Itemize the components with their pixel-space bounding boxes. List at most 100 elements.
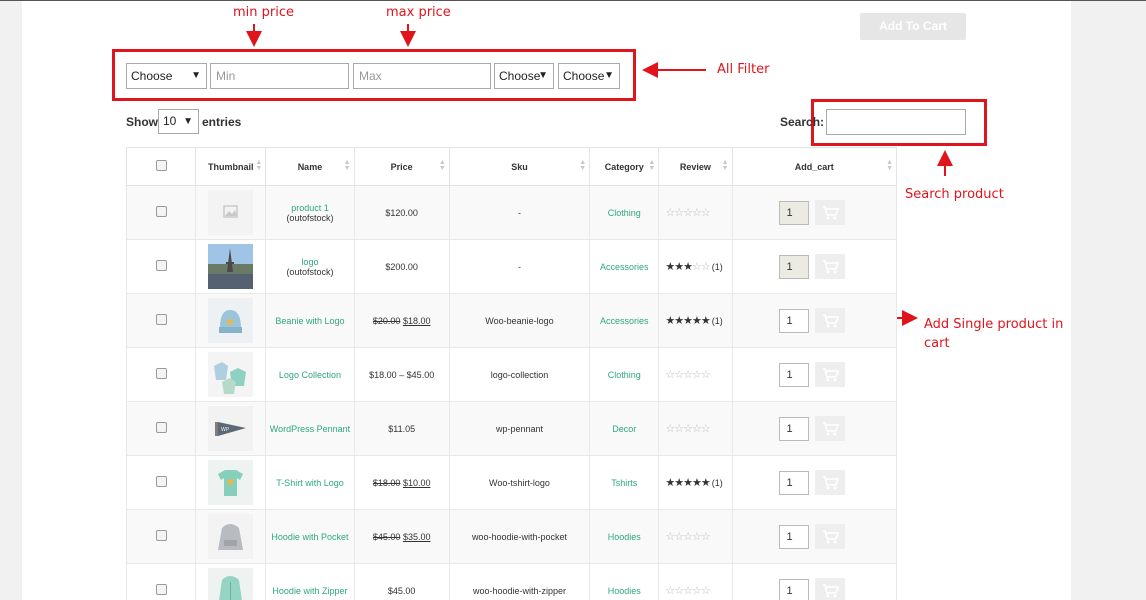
select-cell [125, 347, 197, 402]
product-thumbnail[interactable] [208, 190, 254, 235]
header-add-cart[interactable]: Add_cart ▲ ▼ [731, 147, 898, 186]
thumbnail-cell [195, 563, 267, 600]
row-checkbox[interactable] [155, 260, 167, 271]
sort-icon: ▲ ▼ [343, 159, 351, 172]
name-cell: Logo Collection [265, 347, 355, 402]
category-link[interactable]: Hoodies [608, 586, 641, 596]
row-checkbox[interactable] [155, 422, 167, 433]
price-cell: $20.00 $18.00 [353, 293, 450, 348]
sort-icon: ▲ ▼ [886, 159, 893, 172]
header-sku[interactable]: Sku ▲ ▼ [448, 147, 591, 186]
category-link[interactable]: Tshirts [611, 478, 637, 488]
product-name-link[interactable]: Hoodie with Zipper [272, 586, 347, 596]
quantity-input[interactable]: 1 [778, 578, 809, 600]
sort-icon: ▲ ▼ [721, 159, 729, 172]
quantity-input[interactable]: 1 [778, 200, 809, 225]
add-to-cart-row-button[interactable] [814, 416, 845, 441]
chevron-down-icon: ▼ [604, 70, 614, 81]
filter-select-2[interactable]: Choose ▼ [494, 63, 554, 89]
review-cell: ☆☆☆☆☆ [658, 509, 733, 564]
add-to-cart-row-button[interactable] [814, 308, 845, 333]
product-thumbnail[interactable] [208, 460, 254, 505]
select-all-header[interactable] [125, 147, 197, 186]
category-cell: Clothing [589, 347, 660, 402]
star-rating: ★★★☆☆ [665, 261, 710, 273]
product-thumbnail[interactable] [208, 352, 254, 397]
quantity-input[interactable]: 1 [778, 362, 809, 387]
row-checkbox[interactable] [155, 368, 167, 379]
category-link[interactable]: Accessories [600, 262, 649, 272]
header-name[interactable]: Name ▲ ▼ [265, 147, 355, 186]
product-thumbnail[interactable] [208, 244, 254, 289]
filter-select-3[interactable]: Choose ▼ [558, 63, 620, 89]
sale-price: $18.00 [402, 315, 431, 326]
header-price[interactable]: Price ▲ ▼ [353, 147, 450, 186]
product-name-link[interactable]: Beanie with Logo [275, 316, 344, 326]
row-checkbox[interactable] [155, 584, 167, 595]
category-cell: Tshirts [589, 455, 660, 510]
star-rating: ★★★★★ [665, 477, 710, 489]
quantity-input[interactable]: 1 [778, 308, 809, 333]
product-thumbnail[interactable] [208, 514, 254, 559]
row-checkbox[interactable] [155, 206, 167, 217]
add-to-cart-row-button[interactable] [814, 524, 845, 549]
product-thumbnail[interactable] [208, 568, 254, 600]
add-to-cart-row-button[interactable] [814, 362, 845, 387]
star-rating: ★★★★★ [665, 315, 710, 327]
header-category[interactable]: Category ▲ ▼ [589, 147, 660, 186]
min-price-input[interactable]: Min [210, 63, 349, 89]
category-filter-select[interactable]: Choose ▼ [126, 63, 207, 89]
filter-select-2-value: Choose [499, 69, 541, 83]
product-name-link[interactable]: product 1 [291, 203, 329, 213]
product-name-link[interactable]: WordPress Pennant [270, 424, 350, 434]
search-input[interactable] [826, 109, 966, 135]
old-price: $20.00 [372, 315, 401, 326]
select-cell [125, 293, 197, 348]
quantity-input[interactable]: 1 [778, 254, 809, 279]
sku-cell: wp-pennant [448, 401, 591, 456]
product-name-link[interactable]: Logo Collection [279, 370, 341, 380]
price: $200.00 [385, 261, 418, 272]
add-cart-cell: 1 [731, 239, 898, 294]
category-link[interactable]: Decor [612, 424, 636, 434]
product-name-link[interactable]: T-Shirt with Logo [276, 478, 344, 488]
category-link[interactable]: Clothing [608, 370, 641, 380]
add-to-cart-row-button[interactable] [814, 470, 845, 495]
category-filter-value: Choose [131, 69, 173, 83]
add-to-cart-row-button[interactable] [814, 578, 845, 600]
select-all-checkbox[interactable] [155, 160, 167, 171]
header-thumbnail[interactable]: Thumbnail ▲ ▼ [195, 147, 267, 186]
name-cell: logo (outofstock) [265, 239, 355, 294]
review-count: (1) [711, 478, 723, 488]
sku-cell: woo-hoodie-with-pocket [448, 509, 591, 564]
product-thumbnail[interactable] [208, 298, 254, 343]
row-checkbox[interactable] [155, 476, 167, 487]
sort-icon: ▲ ▼ [579, 159, 587, 172]
add-to-cart-row-button[interactable] [814, 200, 845, 225]
header-review[interactable]: Review ▲ ▼ [658, 147, 733, 186]
category-link[interactable]: Accessories [600, 316, 649, 326]
quantity-input[interactable]: 1 [778, 524, 809, 549]
max-price-input[interactable]: Max [353, 63, 491, 89]
sort-icon: ▲ ▼ [648, 159, 656, 172]
product-name-link[interactable]: logo [301, 257, 318, 267]
sku-cell: - [448, 185, 591, 240]
price-cell: $120.00 [353, 185, 450, 240]
category-cell: Hoodies [589, 509, 660, 564]
row-checkbox[interactable] [155, 530, 167, 541]
add-cart-cell: 1 [731, 293, 898, 348]
star-rating: ☆☆☆☆☆ [665, 369, 710, 381]
review-count: (1) [711, 262, 723, 272]
product-thumbnail[interactable]: WP [208, 406, 254, 451]
category-link[interactable]: Hoodies [608, 532, 641, 542]
table-row: product 1 (outofstock) $120.00 - Clothing ☆☆☆… [125, 185, 898, 240]
category-link[interactable]: Clothing [608, 208, 641, 218]
quantity-input[interactable]: 1 [778, 416, 809, 441]
product-name-link[interactable]: Hoodie with Pocket [271, 532, 348, 542]
quantity-input[interactable]: 1 [778, 470, 809, 495]
add-to-cart-row-button[interactable] [814, 254, 845, 279]
chevron-down-icon: ▼ [538, 70, 548, 81]
row-checkbox[interactable] [155, 314, 167, 325]
name-cell: T-Shirt with Logo [265, 455, 355, 510]
entries-select[interactable]: 10 ▼ [158, 109, 199, 134]
